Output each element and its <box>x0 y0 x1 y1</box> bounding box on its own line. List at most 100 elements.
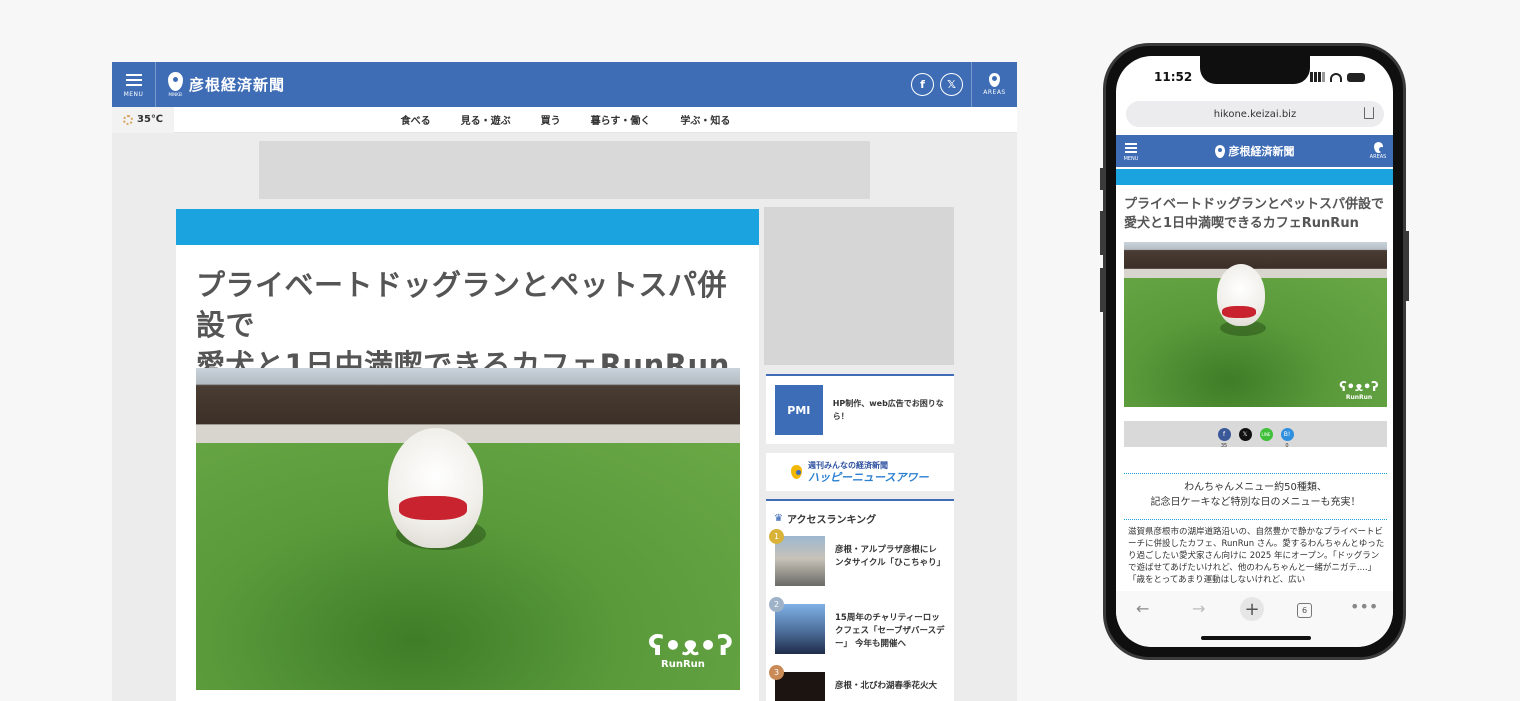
nav-item-live-work[interactable]: 暮らす・働く <box>591 112 651 127</box>
rank-number: 3 <box>769 665 784 680</box>
line-share-button[interactable]: LINE <box>1259 427 1273 441</box>
phone-side-button <box>1100 268 1103 312</box>
ranking-thumbnail <box>775 536 825 586</box>
share-buttons: f 35 𝕏 LINE B! 0 <box>1124 421 1387 449</box>
social-links: f 𝕏 <box>911 73 963 96</box>
phone-side-button <box>1100 168 1103 190</box>
areas-label: AREAS <box>983 89 1006 96</box>
weather-icon <box>122 114 133 125</box>
minkei-pin-icon <box>791 465 802 479</box>
back-icon[interactable]: ← <box>1136 599 1149 618</box>
mobile-areas-button[interactable]: AREAS <box>1363 142 1393 160</box>
nav-item-eat[interactable]: 食べる <box>401 112 431 127</box>
happy-news-banner[interactable]: 週刊みんなの経済新聞 ハッピーニュースアワー <box>766 453 954 491</box>
hatena-bookmark-button[interactable]: B! 0 <box>1280 427 1294 449</box>
headline-line-1: プライベートドッグランとペットスパ併設で <box>196 268 728 342</box>
mobile-site-title: 彦根経済新聞 <box>1228 145 1295 158</box>
article-subhead: わんちゃんメニュー約50種類、 記念日ケーキなど特別な日のメニューも充実！ <box>1150 482 1361 508</box>
tabs-button[interactable]: 6 <box>1297 603 1312 618</box>
url-text: hikone.keizai.biz <box>1213 108 1297 120</box>
side-ad-placeholder[interactable] <box>764 207 954 365</box>
desktop-page: MENU MINKEI 彦根経済新聞 f 𝕏 AREAS 35℃ 食べる 見る・… <box>112 62 1017 701</box>
article-accent-bar <box>176 209 759 245</box>
mobile-header: MENU 彦根経済新聞 AREAS <box>1116 135 1393 167</box>
pmi-logo: PMI <box>775 385 823 435</box>
home-indicator <box>1201 636 1311 640</box>
nav-item-see-play[interactable]: 見る・遊ぶ <box>461 112 511 127</box>
phone-side-button <box>1406 231 1409 301</box>
areas-label: AREAS <box>1369 154 1387 160</box>
stage: MENU MINKEI 彦根経済新聞 f 𝕏 AREAS 35℃ 食べる 見る・… <box>0 0 1520 701</box>
ranking-item[interactable]: 3 彦根・北びわ湖春季花火大 <box>766 665 954 701</box>
location-pin-icon <box>989 73 1000 87</box>
areas-button[interactable]: AREAS <box>971 62 1017 107</box>
site-header: MENU MINKEI 彦根経済新聞 f 𝕏 AREAS <box>112 62 1017 107</box>
dog-harness <box>1222 306 1256 318</box>
site-title: 彦根経済新聞 <box>189 76 286 94</box>
address-bar[interactable]: hikone.keizai.biz <box>1126 101 1384 127</box>
article-photo[interactable]: ʕ•ᴥ•ʔ RunRun <box>196 368 740 690</box>
category-nav: 35℃ 食べる 見る・遊ぶ 買う 暮らす・働く 学ぶ・知る <box>112 106 1017 133</box>
menu-label: MENU <box>123 91 144 98</box>
dotted-divider <box>1124 519 1387 520</box>
runrun-logo: ʕ•ᴥ•ʔ RunRun <box>648 629 734 671</box>
ranking-title: アクセスランキング <box>786 515 877 526</box>
happy-news-line-2: ハッピーニュースアワー <box>808 471 929 484</box>
x-share-button[interactable]: 𝕏 <box>1238 427 1252 441</box>
temperature: 35℃ <box>136 114 164 125</box>
x-icon[interactable]: 𝕏 <box>940 73 963 96</box>
facebook-icon[interactable]: f <box>911 73 934 96</box>
logo-sub: MINKEI <box>168 92 183 97</box>
mobile-headline: プライベートドッグランとペットスパ併設で 愛犬と1日中満喫できるカフェRunRu… <box>1124 197 1385 231</box>
article-card: プライベートドッグランとペットスパ併設で 愛犬と1日中満喫できるカフェRunRu… <box>176 209 759 701</box>
hamburger-icon <box>125 71 142 89</box>
dotted-divider <box>1124 473 1387 474</box>
status-bar: 11:52 <box>1116 70 1393 86</box>
phone-screen: 11:52 hikone.keizai.biz MENU 彦根経済新聞 AREA… <box>1116 56 1393 647</box>
top-ad-placeholder[interactable] <box>259 141 870 199</box>
ranking-item[interactable]: 1 彦根・アルプラザ彦根にレンタサイクル「ひこちゃり」 <box>766 529 954 586</box>
rank-number: 2 <box>769 597 784 612</box>
article-headline: プライベートドッグランとペットスパ併設で 愛犬と1日中満喫できるカフェRunRu… <box>176 245 759 385</box>
mobile-accent-bar <box>1116 169 1393 185</box>
mobile-site-logo[interactable]: 彦根経済新聞 <box>1146 143 1363 159</box>
signal-icon <box>1310 72 1325 82</box>
browser-toolbar: ← → + 6 ••• <box>1116 591 1393 647</box>
weather-widget: 35℃ <box>112 106 174 133</box>
access-ranking: ♛ アクセスランキング 1 彦根・アルプラザ彦根にレンタサイクル「ひこちゃり」 … <box>766 499 954 701</box>
pmi-banner[interactable]: PMI HP制作、web広告でお困りなら！ <box>766 374 954 444</box>
rank-number: 1 <box>769 529 784 544</box>
share-icon[interactable] <box>1364 107 1374 119</box>
menu-label: MENU <box>1123 155 1139 162</box>
wifi-icon <box>1330 72 1342 82</box>
fence <box>196 368 740 448</box>
new-tab-icon[interactable]: + <box>1240 597 1264 621</box>
facebook-share-button[interactable]: f 35 <box>1217 427 1231 449</box>
more-icon[interactable]: ••• <box>1350 597 1378 616</box>
ranking-title-text: 彦根・アルプラザ彦根にレンタサイクル「ひこちゃり」 <box>835 545 946 568</box>
mobile-menu-button[interactable]: MENU <box>1116 141 1146 162</box>
nav-item-learn[interactable]: 学ぶ・知る <box>680 112 730 127</box>
nav-item-buy[interactable]: 買う <box>541 112 561 127</box>
phone-side-button <box>1100 211 1103 255</box>
minkei-pin-icon <box>1214 144 1225 158</box>
minkei-pin-icon <box>168 72 183 91</box>
ranking-item[interactable]: 2 15周年のチャリティーロックフェス「セーブザバースデー」 今年も開催へ <box>766 597 954 654</box>
pmi-banner-text: HP制作、web広告でお困りなら！ <box>832 399 944 421</box>
ranking-thumbnail <box>775 604 825 654</box>
location-pin-icon <box>1373 142 1384 153</box>
menu-button[interactable]: MENU <box>112 62 156 107</box>
mobile-article-photo[interactable]: ʕ•ᴥ•ʔ RunRun <box>1124 242 1387 407</box>
article-body: 滋賀県彦根市の湖岸道路沿いの、自然豊かで静かなプライベートビーチに併設したカフェ… <box>1128 527 1385 585</box>
crown-icon: ♛ <box>774 513 783 524</box>
site-logo[interactable]: MINKEI 彦根経済新聞 <box>168 72 285 97</box>
runrun-logo: ʕ•ᴥ•ʔ RunRun <box>1339 380 1379 401</box>
status-time: 11:52 <box>1154 70 1193 84</box>
dog <box>388 428 483 548</box>
hamburger-icon <box>1125 141 1137 155</box>
forward-icon[interactable]: → <box>1192 599 1205 618</box>
ranking-title-text: 15周年のチャリティーロックフェス「セーブザバースデー」 今年も開催へ <box>835 613 945 649</box>
ranking-title-text: 彦根・北びわ湖春季花火大 <box>835 681 938 691</box>
dog-harness <box>399 496 467 520</box>
battery-icon <box>1347 72 1365 82</box>
